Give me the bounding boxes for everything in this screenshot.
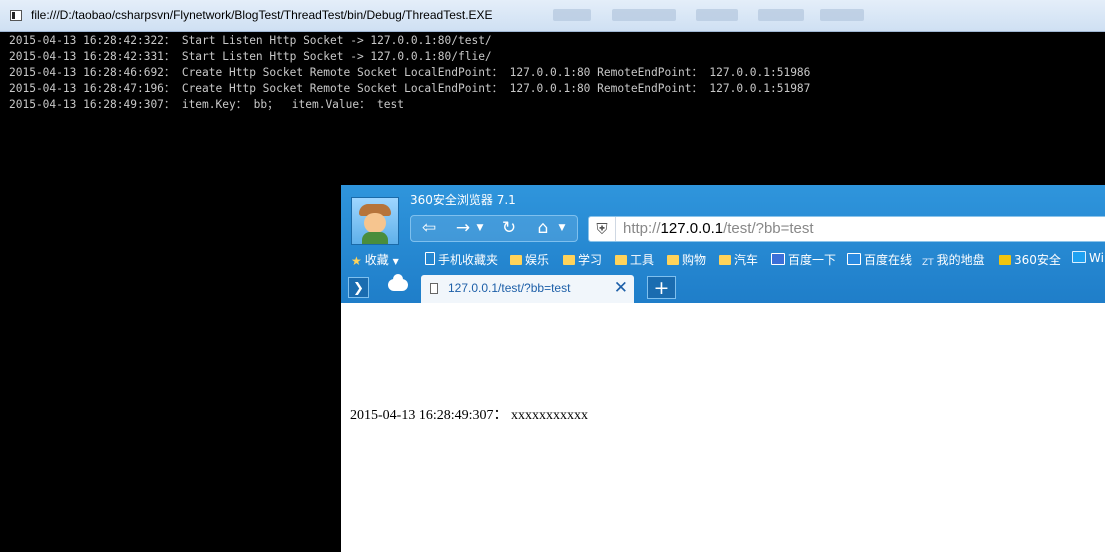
console-line: 2015-04-13 16:28:46:692： Create Http Soc…	[9, 66, 811, 79]
paw-icon	[771, 253, 785, 265]
console-window-title: file:///D:/taobao/csharpsvn/Flynetwork/B…	[31, 8, 493, 22]
folder-icon	[615, 255, 627, 265]
page-body-text: 2015-04-13 16:28:49:307： xxxxxxxxxxx	[350, 408, 588, 423]
console-line: 2015-04-13 16:28:42:322： Start Listen Ht…	[9, 34, 492, 47]
favorites-bar: ★ 收藏 ▼ 手机收藏夹 娱乐 学习 工具 购物 汽车 百度一下 百度在线 ZT 我…	[341, 247, 1105, 271]
favorite-label: 我的地盘	[936, 253, 985, 267]
url-host: 127.0.0.1	[660, 220, 724, 237]
chevron-down-icon[interactable]: ▼	[475, 218, 485, 239]
favorite-item[interactable]: 360安全	[999, 251, 1061, 268]
favorite-item[interactable]: Wi	[1072, 251, 1104, 265]
favorite-label: Wi	[1089, 251, 1104, 265]
favorite-label: 购物	[682, 253, 707, 267]
favorite-label: 工具	[630, 253, 655, 267]
user-avatar[interactable]	[351, 197, 399, 245]
favorite-label: 百度一下	[788, 253, 837, 267]
security-shield-icon[interactable]: ⛨	[589, 217, 616, 241]
folder-icon	[667, 255, 679, 265]
favorite-label: 汽车	[734, 253, 759, 267]
browser-title: 360安全浏览器 7.1	[410, 193, 516, 207]
console-line: 2015-04-13 16:28:42:331： Start Listen Ht…	[9, 50, 492, 63]
favorite-item[interactable]: 百度在线	[847, 251, 912, 268]
folder-icon	[510, 255, 522, 265]
url-path: /test/?bb=test	[723, 220, 814, 237]
favorite-label: 手机收藏夹	[438, 253, 499, 267]
favorite-item[interactable]: 汽车	[719, 251, 758, 268]
avatar-face	[364, 213, 386, 233]
nav-buttons: ⇦ → ▼ ↻ ⌂ ▼	[410, 215, 578, 242]
console-line: 2015-04-13 16:28:47:196： Create Http Soc…	[9, 82, 811, 95]
tab-bar: ❯ 127.0.0.1/test/?bb=test ✕ +	[341, 273, 1105, 303]
favorite-label: 360安全	[1014, 253, 1061, 267]
console-app-icon	[10, 10, 22, 21]
translate-icon	[847, 253, 861, 265]
zt-icon: ZT	[922, 258, 934, 268]
address-bar[interactable]: ⛨ http://127.0.0.1/test/?bb=test	[588, 216, 1105, 242]
favorite-label: 学习	[578, 253, 603, 267]
url-scheme: http://	[623, 220, 661, 237]
taskbar-blur	[696, 9, 738, 21]
favorite-item[interactable]: 学习	[563, 251, 602, 268]
taskbar-blur	[820, 9, 864, 21]
windows-icon	[1072, 251, 1086, 263]
favorites-menu[interactable]: ★ 收藏 ▼	[351, 251, 399, 268]
favorite-label: 百度在线	[864, 253, 913, 267]
cloud-icon[interactable]	[388, 274, 408, 291]
home-icon[interactable]: ⌂	[531, 218, 555, 239]
favorites-label: 收藏	[364, 253, 389, 267]
favorite-item[interactable]: 百度一下	[771, 251, 836, 268]
forward-icon[interactable]: →	[451, 218, 475, 239]
phone-icon	[425, 252, 435, 265]
page-content: 2015-04-13 16:28:49:307： xxxxxxxxxxx	[341, 303, 1105, 552]
new-tab-button[interactable]: +	[647, 276, 676, 299]
tab-label: 127.0.0.1/test/?bb=test	[448, 281, 571, 295]
chevron-down-icon: ▼	[392, 257, 399, 266]
favorite-item[interactable]: 购物	[667, 251, 706, 268]
favorite-item[interactable]: 手机收藏夹	[425, 251, 498, 268]
taskbar-blur	[612, 9, 676, 21]
folder-icon	[719, 255, 731, 265]
document-icon	[430, 283, 438, 294]
back-icon[interactable]: ⇦	[417, 218, 441, 239]
sidebar-toggle-icon[interactable]: ❯	[348, 277, 369, 298]
address-url[interactable]: http://127.0.0.1/test/?bb=test	[623, 220, 814, 237]
browser-toolbar: 360安全浏览器 7.1 ⇦ → ▼ ↻ ⌂ ▼ ⛨ http://127.0.…	[341, 185, 1105, 303]
tab-active[interactable]: 127.0.0.1/test/?bb=test ✕	[421, 275, 634, 303]
taskbar-blur	[758, 9, 804, 21]
favorite-label: 娱乐	[525, 253, 550, 267]
favorite-item[interactable]: 娱乐	[510, 251, 549, 268]
favorite-item[interactable]: ZT 我的地盘	[922, 251, 985, 268]
console-line: 2015-04-13 16:28:49:307： item.Key： bb； i…	[9, 98, 404, 111]
close-icon[interactable]: ✕	[614, 278, 628, 298]
chevron-down-icon[interactable]: ▼	[557, 218, 567, 239]
favorite-item[interactable]: 工具	[615, 251, 654, 268]
taskbar-blur	[553, 9, 591, 21]
avatar-body	[362, 232, 388, 244]
star-icon: ★	[351, 254, 362, 268]
browser-window: 360安全浏览器 7.1 ⇦ → ▼ ↻ ⌂ ▼ ⛨ http://127.0.…	[341, 185, 1105, 552]
plus-badge-icon	[999, 255, 1011, 265]
refresh-icon[interactable]: ↻	[497, 218, 521, 239]
folder-icon	[563, 255, 575, 265]
console-titlebar[interactable]: file:///D:/taobao/csharpsvn/Flynetwork/B…	[0, 0, 1105, 32]
